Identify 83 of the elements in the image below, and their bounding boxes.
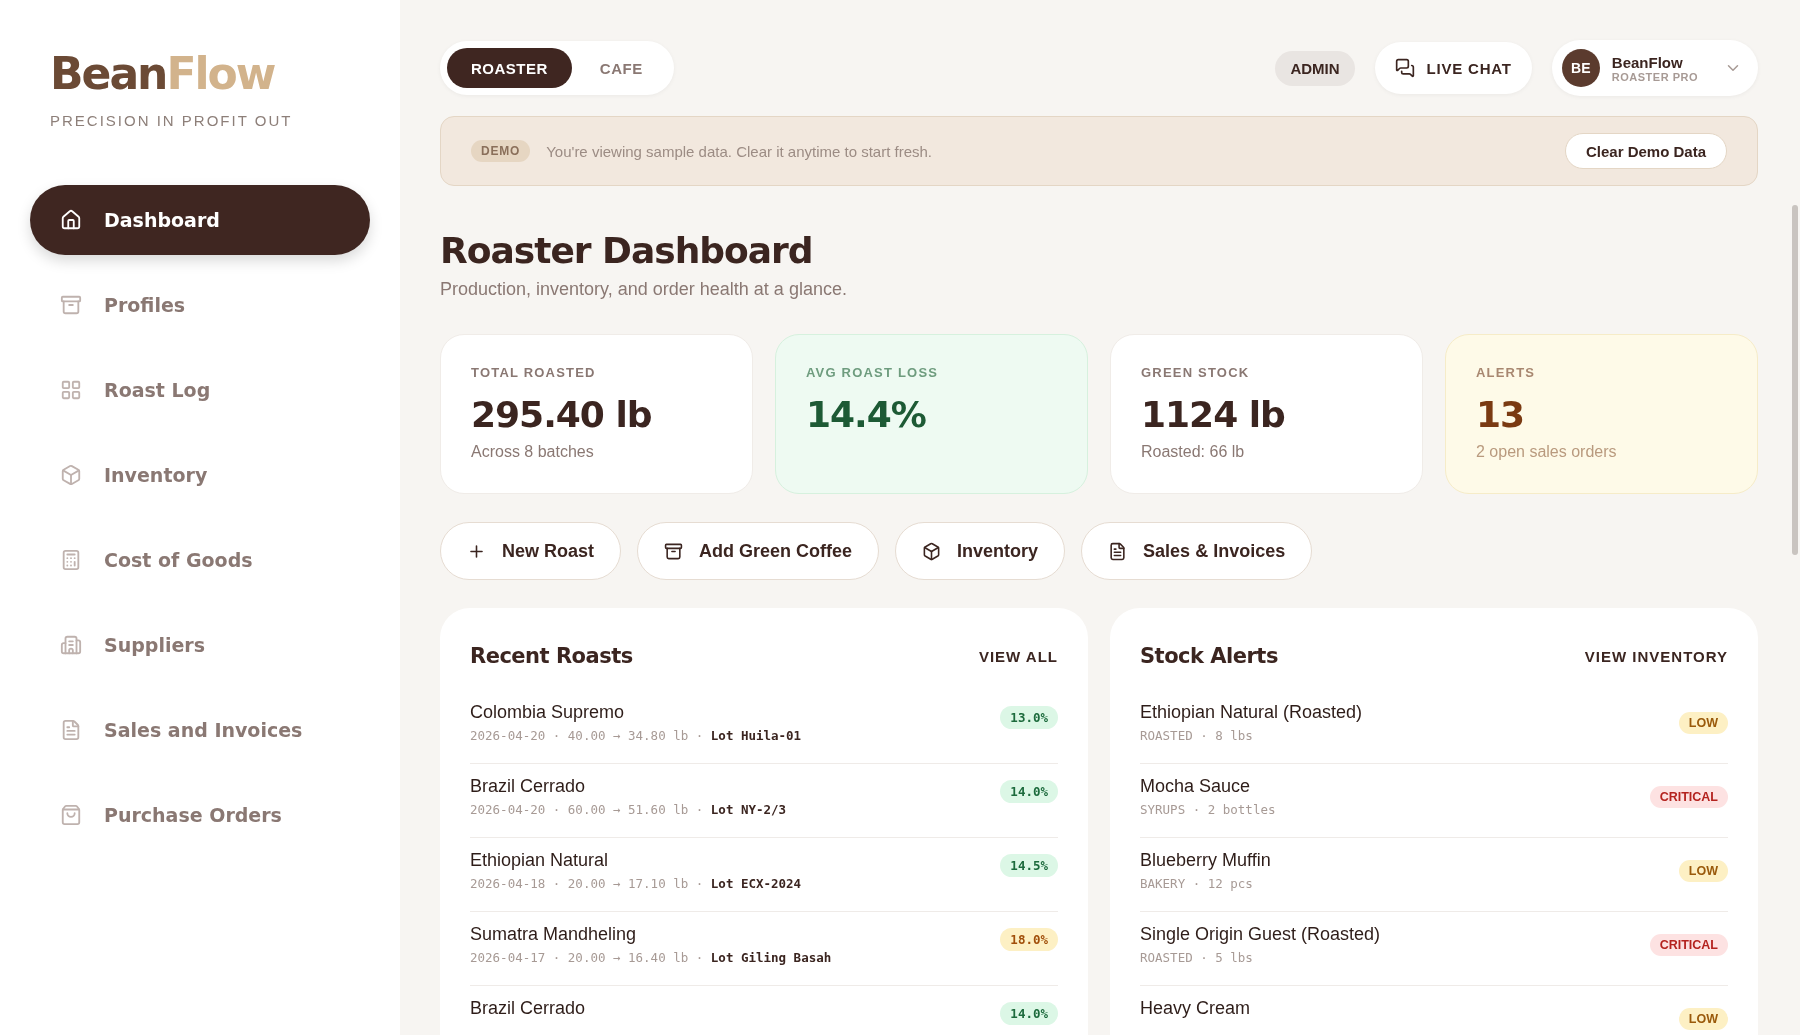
document-icon <box>1108 541 1128 561</box>
item-name: Blueberry Muffin <box>1140 850 1271 871</box>
demo-badge: DEMO <box>471 140 531 162</box>
roast-loss-badge: 14.5% <box>1000 854 1058 877</box>
roast-name: Brazil Cerrado <box>470 776 587 797</box>
logo: BeanFlow <box>49 50 276 99</box>
stat-value: 14.4% <box>806 394 927 435</box>
stock-level-badge: CRITICAL <box>1649 786 1728 808</box>
tagline: PRECISION IN PROFIT OUT <box>49 112 294 130</box>
stock-level-badge: LOW <box>1678 1008 1728 1030</box>
container-icon <box>60 294 82 317</box>
stat-value: 13 <box>1476 394 1526 435</box>
clear-demo-button[interactable]: Clear Demo Data <box>1564 133 1727 169</box>
page-subtitle: Production, inventory, and order health at a glance. <box>440 279 848 300</box>
nav-item[interactable]: Inventory <box>30 440 370 511</box>
stat-label: ALERTS <box>1476 365 1537 380</box>
item-details: ROASTED · 8 lbs <box>1140 728 1254 743</box>
item-name: Heavy Cream <box>1140 998 1251 1019</box>
user-menu[interactable]: BE BeanFlow ROASTER PRO <box>1551 40 1758 96</box>
stat-label: TOTAL ROASTED <box>471 365 597 380</box>
stat-label: GREEN STOCK <box>1141 365 1251 380</box>
user-name: BeanFlow <box>1611 53 1684 71</box>
stock-level-badge: LOW <box>1678 860 1728 882</box>
stat-value: 295.40 lb <box>471 394 653 435</box>
item-name: Single Origin Guest (Roasted) <box>1140 924 1381 945</box>
action-button[interactable]: Add Green Coffee <box>637 522 880 580</box>
roast-name: Ethiopian Natural <box>470 850 610 871</box>
roast-loss-badge: 13.0% <box>1000 706 1058 729</box>
roast-details: 2026-04-18 · 20.00 → 17.10 lb · Lot ECX-2024 <box>470 876 802 891</box>
role-badge: ADMIN <box>1275 50 1355 86</box>
item-name: Ethiopian Natural (Roasted) <box>1140 702 1363 723</box>
action-button[interactable]: Inventory <box>895 522 1066 580</box>
nav-item[interactable]: Purchase Orders <box>30 780 370 851</box>
nav-item[interactable]: Dashboard <box>30 185 370 256</box>
panel-title: Stock Alerts <box>1140 644 1278 668</box>
panel-title: Recent Roasts <box>470 644 633 668</box>
roast-details: 2026-04-17 · 20.00 → 16.40 lb · Lot Giling Basah <box>470 950 832 965</box>
nav-item[interactable]: Roast Log <box>30 355 370 426</box>
action-button[interactable]: New Roast <box>440 522 622 580</box>
roast-name: Brazil Cerrado <box>470 998 586 1019</box>
roast-name: Colombia Supremo <box>470 702 626 723</box>
grid-icon <box>60 379 82 402</box>
action-button[interactable]: Sales & Invoices <box>1081 522 1313 580</box>
bag-icon <box>60 804 82 827</box>
calculator-icon <box>60 549 82 572</box>
view-inventory-link[interactable]: VIEW INVENTORY <box>1584 647 1728 665</box>
avatar: BE <box>1561 49 1600 87</box>
building-icon <box>60 634 82 657</box>
user-plan: ROASTER PRO <box>1611 70 1698 83</box>
page-title: Roaster Dashboard <box>440 230 814 271</box>
nav-item[interactable]: Suppliers <box>30 610 370 681</box>
box-icon <box>922 541 942 561</box>
mode-tab[interactable]: CAFE <box>575 48 667 88</box>
box-icon <box>60 464 82 487</box>
stat-label: AVG ROAST LOSS <box>806 365 940 380</box>
stat-note: Roasted: 66 lb <box>1141 443 1246 461</box>
roast-loss-badge: 14.0% <box>1000 780 1058 803</box>
scrollbar[interactable] <box>1792 205 1798 555</box>
roast-loss-badge: 14.0% <box>1000 1002 1058 1025</box>
live-chat-button[interactable]: LIVE CHAT <box>1374 42 1532 94</box>
document-icon <box>60 719 82 742</box>
stat-value: 1124 lb <box>1141 394 1286 435</box>
item-details: SYRUPS · 2 bottles <box>1140 802 1276 817</box>
mode-tab[interactable]: ROASTER <box>447 48 572 88</box>
roast-loss-badge: 18.0% <box>1000 928 1058 951</box>
stat-note: 2 open sales orders <box>1476 443 1618 461</box>
chat-icon <box>1394 58 1415 78</box>
container-icon <box>664 541 684 561</box>
item-name: Mocha Sauce <box>1140 776 1252 797</box>
roast-name: Sumatra Mandheling <box>470 924 638 945</box>
banner-message: You're viewing sample data. Clear it anytime to start fresh. <box>546 142 934 160</box>
stock-level-badge: LOW <box>1678 712 1728 734</box>
roast-details: 2026-04-20 · 60.00 → 51.60 lb · Lot NY-2/3 <box>470 802 787 817</box>
stat-note: Across 8 batches <box>471 443 595 461</box>
stock-level-badge: CRITICAL <box>1649 934 1728 956</box>
item-details: ROASTED · 5 lbs <box>1140 950 1254 965</box>
item-details: BAKERY · 12 pcs <box>1140 876 1254 891</box>
home-icon <box>60 209 82 232</box>
nav-item[interactable]: Cost of Goods <box>30 525 370 596</box>
view-all-link[interactable]: VIEW ALL <box>978 647 1058 665</box>
nav-item[interactable]: Profiles <box>30 270 370 341</box>
nav-item[interactable]: Sales and Invoices <box>30 695 370 766</box>
roast-details: 2026-04-20 · 40.00 → 34.80 lb · Lot Huila-01 <box>470 728 802 743</box>
